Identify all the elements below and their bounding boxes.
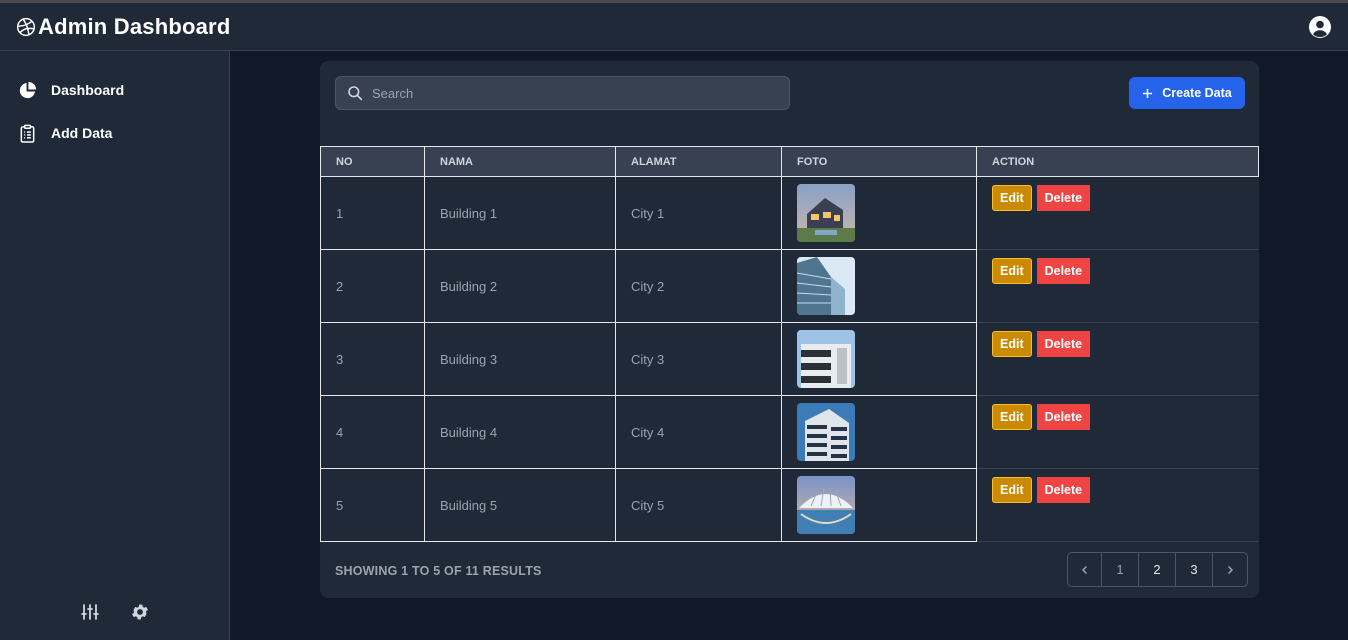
building-thumbnail-image (797, 403, 855, 461)
dribbble-logo-icon (16, 17, 36, 37)
building-thumbnail-image (797, 330, 855, 388)
cell-foto (781, 395, 977, 469)
chevron-right-icon[interactable] (1213, 553, 1247, 586)
delete-button[interactable]: Delete (1036, 185, 1091, 211)
cell-action: Edit Delete (976, 249, 1259, 323)
cell-alamat: City 4 (615, 395, 782, 469)
edit-button[interactable]: Edit (992, 331, 1032, 357)
column-header-no: NO (320, 146, 425, 177)
building-thumbnail-image (797, 257, 855, 315)
table-row: 5 Building 5 City 5 Edit Delete (320, 468, 1259, 542)
cell-no: 1 (320, 176, 425, 250)
delete-button[interactable]: Delete (1036, 258, 1091, 284)
cell-alamat: City 2 (615, 249, 782, 323)
edit-button[interactable]: Edit (992, 404, 1032, 430)
sidebar-item-dashboard[interactable]: Dashboard (0, 79, 229, 101)
cell-nama: Building 2 (424, 249, 616, 323)
pie-chart-icon (18, 81, 37, 100)
page-button-3[interactable]: 3 (1176, 553, 1213, 586)
cell-action: Edit Delete (976, 395, 1259, 469)
table-row: 2 Building 2 City 2 Edit Delete (320, 249, 1259, 323)
cell-action: Edit Delete (976, 176, 1259, 250)
clipboard-icon (18, 124, 37, 143)
sidebar-item-label: Dashboard (51, 82, 125, 98)
search-input[interactable] (372, 85, 772, 101)
cell-no: 2 (320, 249, 425, 323)
column-header-action: ACTION (976, 146, 1259, 177)
user-account-icon[interactable] (1308, 15, 1332, 39)
create-data-label: Create Data (1162, 86, 1232, 100)
sidebar-item-label: Add Data (51, 125, 113, 141)
data-card: Create Data NO NAMA ALAMAT FOTO ACTION 1… (320, 61, 1259, 598)
building-thumbnail-image (797, 184, 855, 242)
delete-button[interactable]: Delete (1036, 404, 1091, 430)
page-title: Admin Dashboard (38, 13, 231, 39)
edit-button[interactable]: Edit (992, 258, 1032, 284)
delete-button[interactable]: Delete (1036, 331, 1091, 357)
page-button-1[interactable]: 1 (1102, 553, 1139, 586)
cell-foto (781, 176, 977, 250)
cell-nama: Building 3 (424, 322, 616, 396)
table-row: 3 Building 3 City 3 Edit Delete (320, 322, 1259, 396)
sidebar: Dashboard Add Data (0, 51, 230, 640)
gear-icon[interactable] (130, 602, 150, 622)
search-box[interactable] (335, 76, 790, 110)
column-header-nama: NAMA (424, 146, 616, 177)
cell-foto (781, 468, 977, 542)
column-header-alamat: ALAMAT (615, 146, 782, 177)
table-row: 1 Building 1 City 1 Edit Delete (320, 176, 1259, 250)
cell-foto (781, 249, 977, 323)
pagination: 1 2 3 (1067, 552, 1248, 587)
results-summary: SHOWING 1 TO 5 OF 11 RESULTS (335, 564, 542, 578)
cell-no: 4 (320, 395, 425, 469)
data-table: NO NAMA ALAMAT FOTO ACTION 1 Building 1 … (320, 146, 1259, 542)
cell-nama: Building 5 (424, 468, 616, 542)
edit-button[interactable]: Edit (992, 477, 1032, 503)
cell-alamat: City 1 (615, 176, 782, 250)
column-header-foto: FOTO (781, 146, 977, 177)
cell-action: Edit Delete (976, 468, 1259, 542)
chevron-left-icon[interactable] (1068, 553, 1102, 586)
building-thumbnail-image (797, 476, 855, 534)
sidebar-item-add-data[interactable]: Add Data (0, 122, 229, 144)
cell-no: 3 (320, 322, 425, 396)
brand[interactable]: Admin Dashboard (16, 14, 230, 40)
table-row: 4 Building 4 City 4 Edit Delete (320, 395, 1259, 469)
cell-no: 5 (320, 468, 425, 542)
delete-button[interactable]: Delete (1036, 477, 1091, 503)
cell-foto (781, 322, 977, 396)
edit-button[interactable]: Edit (992, 185, 1032, 211)
create-data-button[interactable]: Create Data (1129, 77, 1245, 109)
cell-action: Edit Delete (976, 322, 1259, 396)
sliders-icon[interactable] (80, 602, 100, 622)
top-bar: Admin Dashboard (0, 3, 1348, 51)
plus-icon (1142, 88, 1153, 99)
cell-nama: Building 4 (424, 395, 616, 469)
cell-nama: Building 1 (424, 176, 616, 250)
search-icon (347, 85, 363, 101)
page-button-2[interactable]: 2 (1139, 553, 1176, 586)
cell-alamat: City 5 (615, 468, 782, 542)
cell-alamat: City 3 (615, 322, 782, 396)
